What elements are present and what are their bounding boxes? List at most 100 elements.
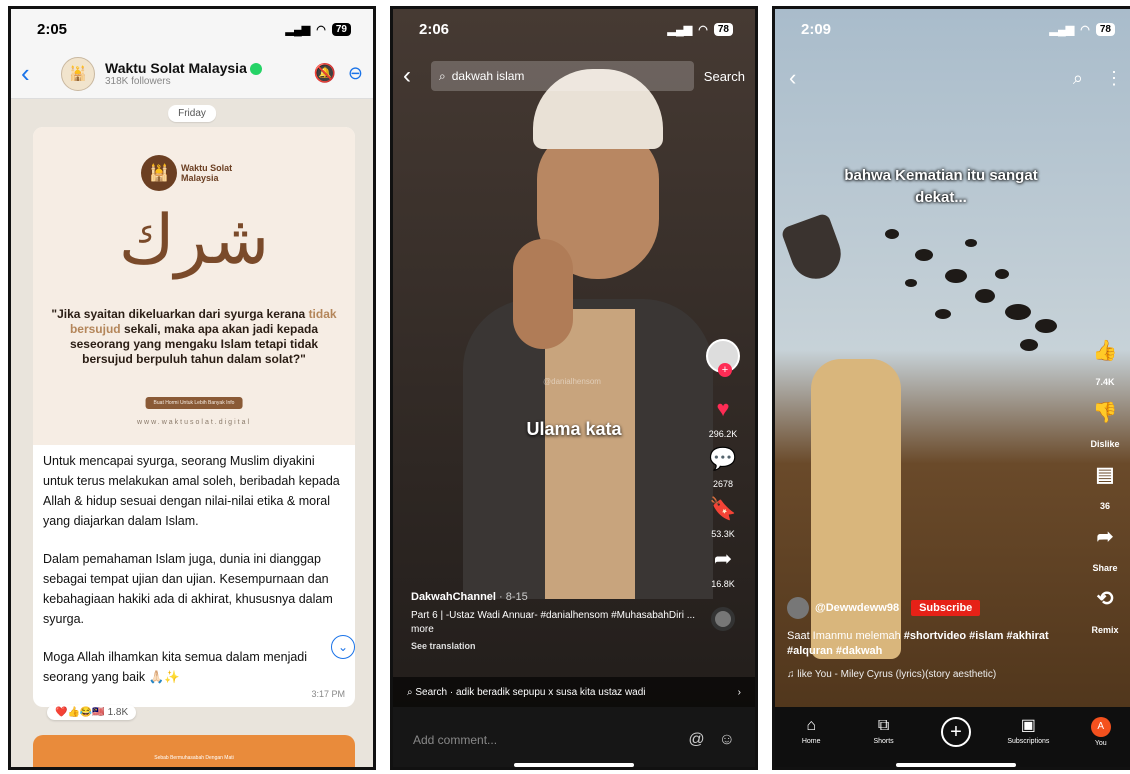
youtube-shorts-screen: 2:09 ▂▄▆ ◠ 78 ‹ ⌕ ⋮ bahwa Kematian itu sa… <box>772 6 1130 770</box>
share-arrow-icon[interactable]: ➦ <box>1097 525 1114 549</box>
see-translation-link[interactable]: See translation <box>411 641 701 651</box>
bookmark-icon[interactable]: 🔖 <box>709 497 736 521</box>
battery-icon: 78 <box>1095 22 1115 36</box>
signal-icon: ▂▄▆ <box>1049 23 1075 36</box>
search-query: dakwah islam <box>451 69 525 83</box>
next-poster-text: Sebab Bermuhasabah Dengan Mati <box>154 755 234 761</box>
related-search-text: Search · adik beradik sepupu x susa kita… <box>415 686 646 698</box>
share-arrow-icon[interactable]: ➦ <box>714 547 732 571</box>
video-info: @Dewwdeww98 Subscribe Saat Imanmu melema… <box>787 597 1073 680</box>
reactions-bar[interactable]: ❤️👍😂🇲🇾 1.8K <box>47 705 137 720</box>
quote-part: "Jika syaitan dikeluarkan dari syurga ke… <box>51 307 309 321</box>
search-button[interactable]: Search <box>704 69 745 84</box>
nav-shorts[interactable]: ⧉ Shorts <box>854 717 914 745</box>
nav-label: You <box>1094 740 1107 747</box>
video-frame[interactable] <box>453 69 713 599</box>
date-divider: Friday <box>168 105 216 122</box>
nav-you[interactable]: A You <box>1071 717 1130 747</box>
search-icon[interactable]: ⌕ <box>1073 68 1083 89</box>
video-watermark: @danialhensom <box>543 377 601 386</box>
remix-icon[interactable]: ⟲ <box>1097 587 1114 611</box>
comment-bar: Add comment... @ ☺ <box>393 707 755 767</box>
subscriptions-icon: ▣ <box>1020 717 1036 734</box>
nav-label: Home <box>801 738 821 745</box>
whatsapp-channel-screen: 2:05 ▂▄▆ ◠ 79 ‹ 🕌 Waktu Solat Malaysia 3… <box>8 6 376 770</box>
mosque-icon: 🕌 <box>141 155 177 191</box>
description-text: Saat Imanmu melemah <box>787 630 904 642</box>
video-person-shirt <box>545 309 635 599</box>
scroll-down-icon[interactable]: ⌄ <box>331 635 355 659</box>
back-icon[interactable]: ‹ <box>403 62 431 90</box>
nav-label: Subscriptions <box>1007 738 1050 745</box>
comment-icon[interactable]: 💬 <box>709 447 736 471</box>
poster-quote: "Jika syaitan dikeluarkan dari syurga ke… <box>51 307 337 367</box>
more-options-icon[interactable]: ⊖ <box>348 63 363 84</box>
poster-url: www.waktusolat.digital <box>136 419 252 426</box>
logo-text-line1: Waktu Solat <box>181 163 233 173</box>
home-indicator <box>514 763 634 767</box>
comment-count: 2678 <box>712 479 734 489</box>
remix-label: Remix <box>1091 625 1119 635</box>
thumbs-down-icon[interactable]: 👎 <box>1093 401 1118 425</box>
creator-avatar[interactable]: + <box>706 339 740 377</box>
thumbs-up-icon[interactable]: 👍 <box>1093 339 1118 363</box>
save-count: 53.3K <box>711 529 735 539</box>
message-bubble[interactable]: 🕌 Waktu Solat Malaysia شرك "Jika syaitan … <box>33 127 355 707</box>
video-person-hand <box>513 239 573 349</box>
nav-subscriptions[interactable]: ▣ Subscriptions <box>998 717 1058 745</box>
status-time: 2:06 <box>419 20 450 38</box>
dislike-label: Dislike <box>1090 439 1120 449</box>
channel-info[interactable]: Waktu Solat Malaysia 318K followers <box>105 60 301 87</box>
message-paragraph: Untuk mencapai syurga, seorang Muslim di… <box>43 454 340 528</box>
share-count: 16.8K <box>711 579 735 589</box>
music-disc-icon[interactable] <box>711 607 735 631</box>
action-sidebar: 👍 7.4K 👎 Dislike ▤ 36 ➦ Share ⟲ Remix <box>1081 339 1129 635</box>
shovel-graphic <box>780 212 848 286</box>
message-image[interactable]: 🕌 Waktu Solat Malaysia شرك "Jika syaitan … <box>33 127 355 445</box>
poster-button: Buat Hormi Untuk Lebih Banyak Info <box>145 397 243 409</box>
back-icon[interactable]: ‹ <box>21 58 47 89</box>
status-icons: ▂▄▆ ◠ 78 <box>1049 22 1115 36</box>
video-description[interactable]: Part 6 | -Ustaz Wadi Annuar- #danialhens… <box>411 609 701 637</box>
comment-input[interactable]: Add comment... <box>413 733 497 747</box>
status-icons: ▂▄▆ ◠ 78 <box>668 22 733 36</box>
music-track[interactable]: ♫ like You - Miley Cyrus (lyrics)(story … <box>787 669 1073 680</box>
back-icon[interactable]: ‹ <box>789 65 796 91</box>
chevron-right-icon: › <box>737 686 741 698</box>
comment-count: 36 <box>1099 501 1110 511</box>
more-vertical-icon[interactable]: ⋮ <box>1105 68 1123 89</box>
follow-plus-icon[interactable]: + <box>718 363 732 377</box>
bottom-nav: ⌂ Home ⧉ Shorts + ▣ Subscriptions A You <box>775 707 1130 767</box>
tiktok-video-screen: 2:06 ▂▄▆ ◠ 78 ‹ ⌕ dakwah islam Search @d… <box>390 6 758 770</box>
video-description[interactable]: Saat Imanmu melemah #shortvideo #islam #… <box>787 629 1073 659</box>
channel-title: Waktu Solat Malaysia <box>105 60 247 76</box>
next-message-image[interactable]: Sebab Bermuhasabah Dengan Mati <box>33 735 355 767</box>
message-paragraph: Moga Allah ilhamkan kita semua dalam men… <box>43 650 308 684</box>
action-sidebar: + ♥ 296.2K 💬 2678 🔖 53.3K ➦ 16.8K <box>701 339 745 631</box>
nav-create[interactable]: + <box>926 717 986 747</box>
shorts-icon: ⧉ <box>877 717 890 734</box>
subscribe-button[interactable]: Subscribe <box>911 600 981 616</box>
battery-icon: 79 <box>331 22 351 36</box>
verified-icon <box>249 63 262 76</box>
channel-name[interactable]: DakwahChannel <box>411 591 496 603</box>
status-time: 2:05 <box>37 20 68 38</box>
mute-bell-icon[interactable]: 🔕 <box>313 63 335 84</box>
mention-icon[interactable]: @ <box>688 731 704 749</box>
channel-name[interactable]: @Dewwdeww98 <box>815 602 899 614</box>
emoji-icon[interactable]: ☺ <box>719 731 735 749</box>
video-info: DakwahChannel · 8-15 Part 6 | -Ustaz Wad… <box>411 591 701 651</box>
related-search-bar[interactable]: ⌕ Search · adik beradik sepupu x susa ki… <box>393 677 755 707</box>
channel-avatar[interactable]: 🕌 <box>61 56 95 91</box>
battery-icon: 78 <box>713 22 733 36</box>
comment-icon[interactable]: ▤ <box>1096 463 1115 487</box>
nav-home[interactable]: ⌂ Home <box>781 717 841 745</box>
search-input[interactable]: ⌕ dakwah islam <box>431 61 694 91</box>
message-paragraph: Dalam pemahaman Islam juga, dunia ini di… <box>43 552 333 626</box>
message-text: Untuk mencapai syurga, seorang Muslim di… <box>33 445 355 687</box>
channel-header: ‹ 🕌 Waktu Solat Malaysia 318K followers … <box>11 49 373 99</box>
channel-avatar[interactable] <box>787 597 809 619</box>
status-bar: 2:06 ▂▄▆ ◠ 78 <box>393 9 755 49</box>
search-icon: ⌕ <box>439 68 446 83</box>
like-heart-icon[interactable]: ♥ <box>716 397 729 421</box>
